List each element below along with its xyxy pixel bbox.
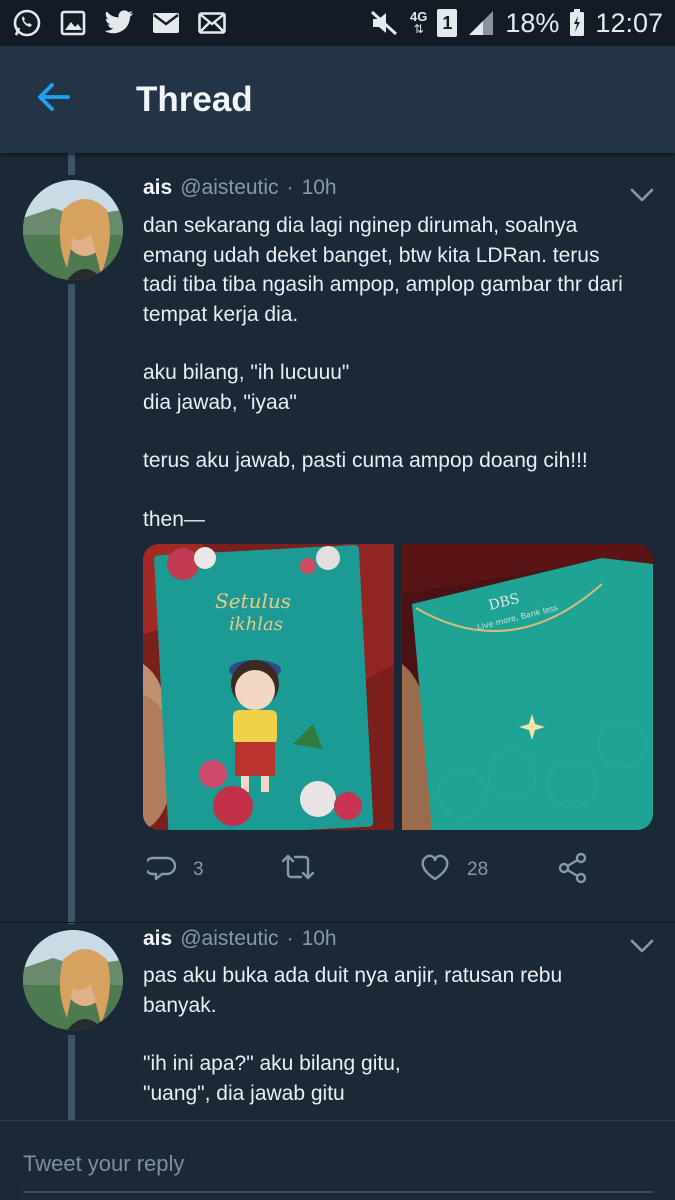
arrow-left-icon <box>36 82 70 117</box>
back-button[interactable] <box>0 46 106 153</box>
chevron-down-icon[interactable] <box>630 188 654 202</box>
tweet-paragraph: "ih ini apa?" aku bilang gitu, "uang", d… <box>143 1052 401 1105</box>
tweet-paragraph: then— <box>143 507 205 531</box>
reply-bar <box>0 1120 675 1200</box>
tweet-author-handle[interactable]: @aisteutic <box>180 176 278 200</box>
like-button[interactable]: 28 <box>419 852 488 888</box>
tweet-author-handle[interactable]: @aisteutic <box>180 927 278 951</box>
tweet-text: dan sekarang dia lagi nginep dirumah, so… <box>143 211 663 534</box>
envelope-caption-bottom: ikhlas <box>229 614 283 635</box>
reply-count: 3 <box>193 859 204 880</box>
share-icon <box>557 852 589 890</box>
reply-input[interactable] <box>23 1151 653 1193</box>
tweet[interactable]: ais @aisteutic · 10h pas aku buka ada du… <box>0 923 675 1120</box>
share-button[interactable] <box>557 852 589 890</box>
tweet-author-name[interactable]: ais <box>143 176 172 200</box>
tweet-timestamp: 10h <box>301 176 337 199</box>
chevron-down-icon[interactable] <box>630 939 654 953</box>
tweet-paragraph: terus aku jawab, pasti cuma ampop doang … <box>143 449 588 472</box>
separator-dot: · <box>286 927 294 950</box>
retweet-button[interactable] <box>281 852 331 888</box>
like-count: 28 <box>467 859 489 880</box>
separator-dot: · <box>286 176 294 199</box>
page-title: Thread <box>136 79 253 119</box>
tweet-paragraph: pas aku buka ada duit nya anjir, ratusan… <box>143 964 563 1017</box>
tweet-photo[interactable]: Setulus ikhlas <box>143 544 394 830</box>
avatar[interactable] <box>23 930 123 1030</box>
heart-icon <box>419 852 451 888</box>
retweet-icon <box>281 852 315 888</box>
envelope-caption-top: Setulus <box>215 589 291 613</box>
tweet-actions: 3 28 <box>143 848 653 888</box>
tweet-timestamp: 10h <box>301 927 337 950</box>
app-header: Thread <box>0 46 675 153</box>
avatar[interactable] <box>23 180 123 280</box>
tweet-author-name[interactable]: ais <box>143 927 172 951</box>
tweet-text: pas aku buka ada duit nya anjir, ratusan… <box>143 961 663 1108</box>
reply-icon <box>143 852 177 888</box>
tweet-photo[interactable]: DBS Live more, Bank less <box>402 544 653 830</box>
tweet-paragraph: dan sekarang dia lagi nginep dirumah, so… <box>143 214 623 326</box>
tweet-paragraph: aku bilang, "ih lucuuu" dia jawab, "iyaa… <box>143 361 350 414</box>
reply-button[interactable]: 3 <box>143 852 204 888</box>
